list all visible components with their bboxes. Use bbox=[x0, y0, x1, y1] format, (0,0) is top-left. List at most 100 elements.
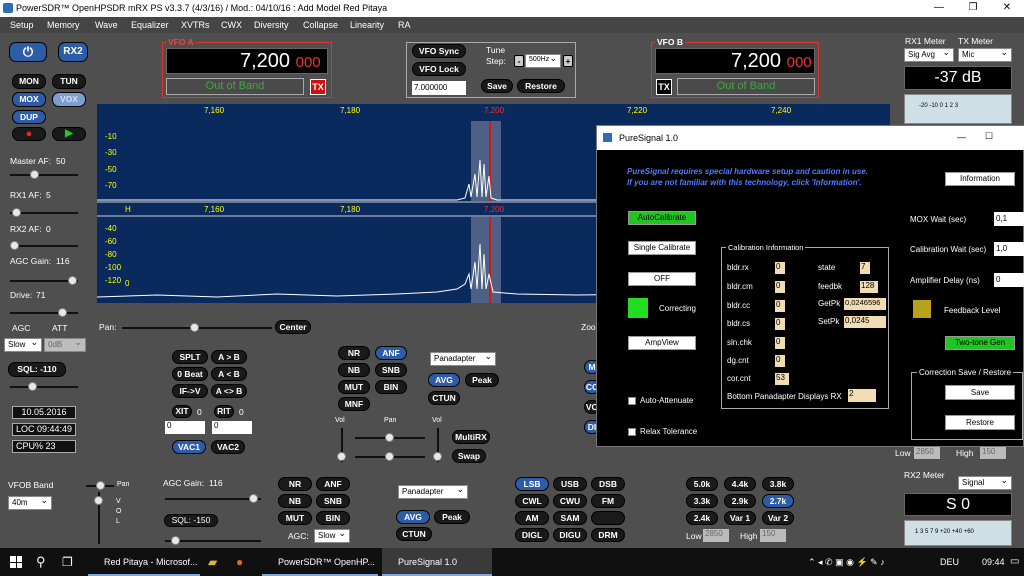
auto-attenuate-checkbox[interactable] bbox=[628, 397, 636, 405]
rit-value-input[interactable]: 0 bbox=[212, 421, 252, 434]
step-increase-button[interactable]: + bbox=[563, 55, 573, 67]
restore-button[interactable]: Restore bbox=[517, 79, 565, 93]
menu-xvtrs[interactable]: XVTRs bbox=[181, 20, 210, 30]
bottom-panadapter-value[interactable]: 2 bbox=[848, 389, 876, 402]
taskbar-item-puresignal[interactable]: PureSignal 1.0 bbox=[382, 548, 492, 576]
rx2-meter-select[interactable]: Signal bbox=[958, 475, 1012, 490]
ctun-button[interactable]: CTUN bbox=[428, 391, 460, 405]
off-button[interactable]: OFF bbox=[628, 272, 696, 286]
rx1-filter-low-input[interactable]: 2850 bbox=[914, 447, 940, 459]
peak-button[interactable]: Peak bbox=[465, 373, 499, 387]
two-tone-gen-button[interactable]: Two-tone Gen bbox=[945, 336, 1015, 350]
rx1-meter-select[interactable]: Sig Avg bbox=[904, 47, 954, 62]
mode-dsb-button[interactable]: DSB bbox=[591, 477, 625, 491]
correction-restore-button[interactable]: Restore bbox=[945, 415, 1015, 430]
menu-setup[interactable]: Setup bbox=[10, 20, 34, 30]
rx2-ctun-button[interactable]: CTUN bbox=[396, 527, 432, 541]
mon-button[interactable]: MON bbox=[12, 74, 46, 89]
master-af-slider[interactable] bbox=[10, 170, 78, 179]
mode-usb-button[interactable]: USB bbox=[553, 477, 587, 491]
rx1-af-slider[interactable] bbox=[10, 208, 78, 217]
nb-button[interactable]: NB bbox=[338, 363, 370, 377]
mute-button[interactable]: MUT bbox=[338, 380, 370, 394]
mode-blank-button[interactable] bbox=[591, 511, 625, 525]
correction-save-button[interactable]: Save bbox=[945, 385, 1015, 400]
filter-button[interactable]: 3.8k bbox=[762, 477, 794, 491]
pan-slider[interactable] bbox=[122, 323, 272, 332]
autocalibrate-button[interactable]: AutoCalibrate bbox=[628, 211, 696, 225]
rx1-pan-slider[interactable] bbox=[355, 433, 425, 442]
rx2-vol-slider[interactable] bbox=[433, 428, 442, 462]
xit-value-input[interactable]: 0 bbox=[165, 421, 205, 434]
band-select[interactable]: 40m bbox=[8, 495, 52, 510]
vfo-lock-button[interactable]: VFO Lock bbox=[412, 62, 466, 76]
single-calibrate-button[interactable]: Single Calibrate bbox=[628, 241, 696, 255]
ampview-button[interactable]: AmpView bbox=[628, 336, 696, 350]
tx-meter-select[interactable]: Mic bbox=[958, 47, 1012, 62]
rx2-button[interactable]: RX2 bbox=[58, 42, 88, 62]
menu-ra[interactable]: RA bbox=[398, 20, 411, 30]
firefox-icon[interactable]: ● bbox=[236, 548, 243, 576]
task-view-icon[interactable]: ❐ bbox=[62, 548, 73, 576]
amplifier-delay-input[interactable]: 0 bbox=[994, 273, 1024, 287]
filter-high-input[interactable]: 150 bbox=[760, 529, 786, 542]
windows-start-icon[interactable] bbox=[10, 556, 22, 568]
rx2-volume-slider[interactable] bbox=[94, 492, 103, 544]
mode-cwu-button[interactable]: CWU bbox=[553, 494, 587, 508]
file-explorer-icon[interactable]: ▰ bbox=[208, 548, 217, 576]
sql-button[interactable]: SQL: -110 bbox=[8, 362, 66, 377]
display-mode-select[interactable]: Panadapter bbox=[430, 351, 496, 366]
rx1-vol-slider[interactable] bbox=[337, 428, 346, 462]
multirx-button[interactable]: MultiRX bbox=[452, 430, 490, 444]
rx2-display-mode-select[interactable]: Panadapter bbox=[398, 484, 468, 499]
snb-button[interactable]: SNB bbox=[375, 363, 407, 377]
taskbar-item-powersdr[interactable]: PowerSDR™ OpenHP... bbox=[262, 548, 378, 576]
swap-button[interactable]: Swap bbox=[452, 449, 486, 463]
menu-cwx[interactable]: CWX bbox=[221, 20, 242, 30]
mox-wait-input[interactable]: 0,1 bbox=[994, 212, 1024, 226]
a-to-b-button[interactable]: A > B bbox=[211, 350, 247, 364]
play-button[interactable]: ▶ bbox=[52, 127, 86, 141]
anf-button[interactable]: ANF bbox=[375, 346, 407, 360]
split-button[interactable]: SPLT bbox=[172, 350, 208, 364]
system-tray-icons[interactable]: ⌃ ◂ ✆ ▣ ◉ ⚡ ✎ ♪ bbox=[808, 548, 885, 576]
center-button[interactable]: Center bbox=[275, 320, 311, 334]
sql-slider[interactable] bbox=[10, 382, 78, 391]
filter-button[interactable]: 2.7k bbox=[762, 494, 794, 508]
b-to-a-button[interactable]: A < B bbox=[211, 367, 247, 381]
puresignal-maximize-button[interactable]: ☐ bbox=[985, 131, 993, 142]
bin-button[interactable]: BIN bbox=[375, 380, 407, 394]
close-button[interactable]: ✕ bbox=[990, 0, 1024, 17]
filter-button[interactable]: Var 2 bbox=[762, 511, 794, 525]
rx2-agc-select[interactable]: Slow bbox=[314, 528, 350, 543]
nr-button[interactable]: NR bbox=[338, 346, 370, 360]
if-to-v-button[interactable]: IF->V bbox=[172, 384, 208, 398]
clock[interactable]: 09:44 bbox=[982, 548, 1005, 576]
zero-beat-button[interactable]: 0 Beat bbox=[172, 367, 208, 381]
rx2-af-slider[interactable] bbox=[10, 241, 78, 250]
vfo-a-tx-button[interactable]: TX bbox=[310, 79, 326, 95]
att-select[interactable]: 0dB bbox=[44, 337, 86, 352]
filter-button[interactable]: 4.4k bbox=[724, 477, 756, 491]
record-button[interactable]: ● bbox=[12, 127, 46, 141]
menu-collapse[interactable]: Collapse bbox=[303, 20, 338, 30]
menu-equalizer[interactable]: Equalizer bbox=[131, 20, 169, 30]
rx2-pan-small-slider[interactable] bbox=[86, 481, 114, 490]
xit-button[interactable]: XIT bbox=[172, 405, 192, 418]
agc-mode-select[interactable]: Slow bbox=[4, 337, 42, 352]
notifications-icon[interactable]: ▭ bbox=[1010, 548, 1019, 576]
mode-am-button[interactable]: AM bbox=[515, 511, 549, 525]
filter-low-input[interactable]: 2850 bbox=[703, 529, 729, 542]
vox-button[interactable]: VOX bbox=[52, 92, 86, 107]
language-indicator[interactable]: DEU bbox=[940, 548, 959, 576]
rit-button[interactable]: RIT bbox=[214, 405, 234, 418]
vfo-a-display[interactable]: 7,200 000 bbox=[166, 48, 328, 74]
avg-button[interactable]: AVG bbox=[428, 373, 460, 387]
rx2-anf-button[interactable]: ANF bbox=[316, 477, 350, 491]
relax-tolerance-checkbox[interactable] bbox=[628, 428, 636, 436]
rx2-sql-button[interactable]: SQL: -150 bbox=[164, 514, 218, 527]
mode-sam-button[interactable]: SAM bbox=[553, 511, 587, 525]
rx2-bin-button[interactable]: BIN bbox=[316, 511, 350, 525]
tun-button[interactable]: TUN bbox=[52, 74, 86, 89]
rx2-sql-slider[interactable] bbox=[165, 536, 261, 545]
